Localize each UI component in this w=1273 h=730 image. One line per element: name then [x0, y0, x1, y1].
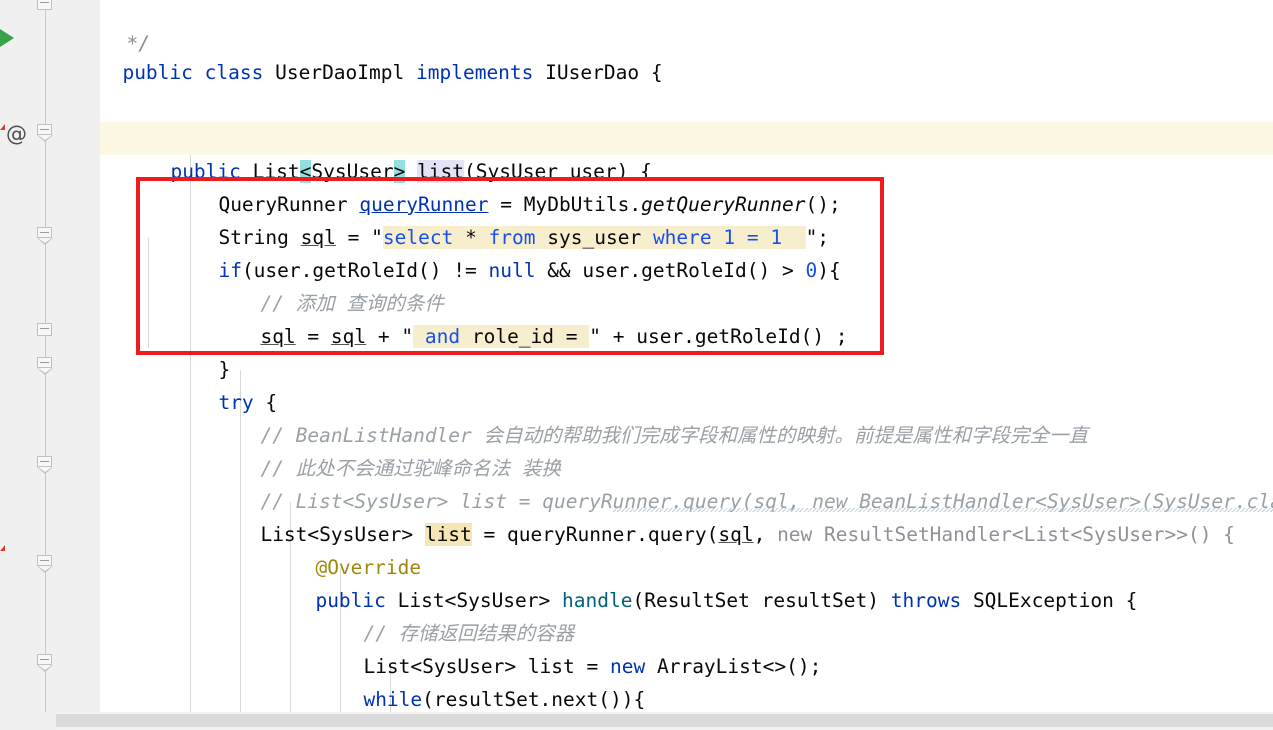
code-token-variable: sql [718, 523, 754, 546]
code-line[interactable]: @Override [100, 89, 276, 150]
code-line[interactable]: public class UserDaoImpl implements IUse… [100, 23, 662, 84]
code-token-operator: = [295, 325, 331, 348]
code-line[interactable]: QueryRunner queryRunner = MyDbUtils.getQ… [148, 155, 840, 216]
scrollbar-gutter-pad [0, 712, 56, 730]
code-token-operator: + [366, 325, 402, 348]
editor-gutter[interactable] [0, 0, 45, 712]
code-line[interactable]: // BeanListHandler 会自动的帮助我们完成字段和属性的映射。前提… [190, 386, 1088, 447]
code-line[interactable]: // 此处不会通过驼峰命名法 装换 [190, 419, 560, 480]
code-token-expression: = queryRunner.query( [471, 523, 719, 546]
fold-region-line [45, 0, 46, 712]
code-line-current[interactable]: public List<SysUser> list(SysUser user) … [100, 122, 1273, 183]
code-token-expression: ){ [817, 259, 841, 282]
fold-marker-icon[interactable] [37, 323, 54, 342]
override-method-marker-icon[interactable]: @ [6, 124, 27, 145]
fold-marker-icon[interactable] [37, 555, 54, 574]
code-token-sql-keyword: and [413, 325, 461, 348]
fold-marker-icon[interactable] [37, 227, 54, 246]
code-line[interactable]: while(resultSet.next()){ [293, 650, 645, 711]
code-token-expression: && user.getRoleId() > [535, 259, 806, 282]
inspection-squiggle [612, 508, 1273, 512]
code-token-classname: UserDaoImpl [275, 61, 405, 84]
code-line[interactable]: // 每次循环一次 user 存储一条数据 [340, 683, 750, 712]
code-token-quote-end: " [589, 325, 601, 348]
code-token-keyword: public [122, 61, 193, 84]
code-line[interactable]: try { [148, 353, 277, 414]
code-token-keyword: implements [416, 61, 534, 84]
error-stripe-tick-icon [0, 124, 5, 130]
code-text-area[interactable]: */ public class UserDaoImpl implements I… [100, 0, 1273, 712]
code-token-interface: IUserDao [545, 61, 640, 84]
code-line[interactable]: sql = sql + " and role_id = " + user.get… [190, 287, 848, 348]
code-token-variable: sql [330, 325, 367, 348]
code-line[interactable]: if(user.getRoleId() != null && user.getR… [148, 221, 840, 282]
fold-marker-icon[interactable] [37, 124, 54, 143]
error-stripe-tick-icon [0, 545, 5, 551]
code-line[interactable]: } [148, 320, 230, 381]
fold-marker-icon[interactable] [37, 357, 54, 376]
code-line[interactable]: String sql = "select * from sys_user whe… [148, 188, 829, 249]
code-token-number: 0 [805, 259, 818, 282]
code-line[interactable]: List<SysUser> list = new ArrayList<>(); [293, 617, 821, 678]
code-token-anonymous-class: new ResultSetHandler<List<SysUser>>() { [777, 523, 1235, 546]
code-token-usage-highlight: list [424, 523, 472, 546]
code-line[interactable]: public List<SysUser> handle(ResultSet re… [245, 551, 1137, 612]
code-token-sql-column: role_id = [460, 325, 590, 348]
code-line[interactable]: // 存储返回结果的容器 [293, 584, 574, 645]
code-token-variable: sql [260, 325, 296, 348]
editor-fold-column[interactable] [45, 0, 100, 712]
code-token-keyword: throws [890, 589, 962, 612]
code-line[interactable]: @Override [245, 518, 421, 579]
code-token-brace: { [650, 61, 663, 84]
code-token-tail: + user.getRoleId() ; [601, 325, 848, 348]
code-line[interactable]: // List<SysUser> list = queryRunner.quer… [190, 452, 1273, 513]
code-token-params: (ResultSet resultSet) [632, 589, 891, 612]
code-token-null: null [488, 259, 536, 282]
horizontal-scrollbar-thumb[interactable] [56, 714, 1273, 727]
fold-marker-icon[interactable] [37, 654, 54, 673]
code-token-keyword: class [204, 61, 264, 84]
horizontal-scrollbar-track[interactable] [0, 712, 1273, 730]
fold-marker-icon[interactable] [37, 456, 54, 475]
code-line[interactable]: // 添加 查询的条件 [190, 254, 443, 315]
code-line[interactable]: List<SysUser> list = queryRunner.query(s… [190, 485, 1235, 546]
fold-marker-icon[interactable] [37, 0, 54, 16]
code-token-exception: SQLException { [961, 589, 1138, 612]
code-token-quote: " [401, 325, 414, 348]
code-token-comma: , [753, 523, 778, 546]
code-editor-screenshot: @ */ public class UserDaoImpl implements… [0, 0, 1273, 730]
run-gutter-arrow-icon[interactable] [0, 29, 14, 47]
code-token-tail: ArrayList<>(); [645, 655, 822, 678]
